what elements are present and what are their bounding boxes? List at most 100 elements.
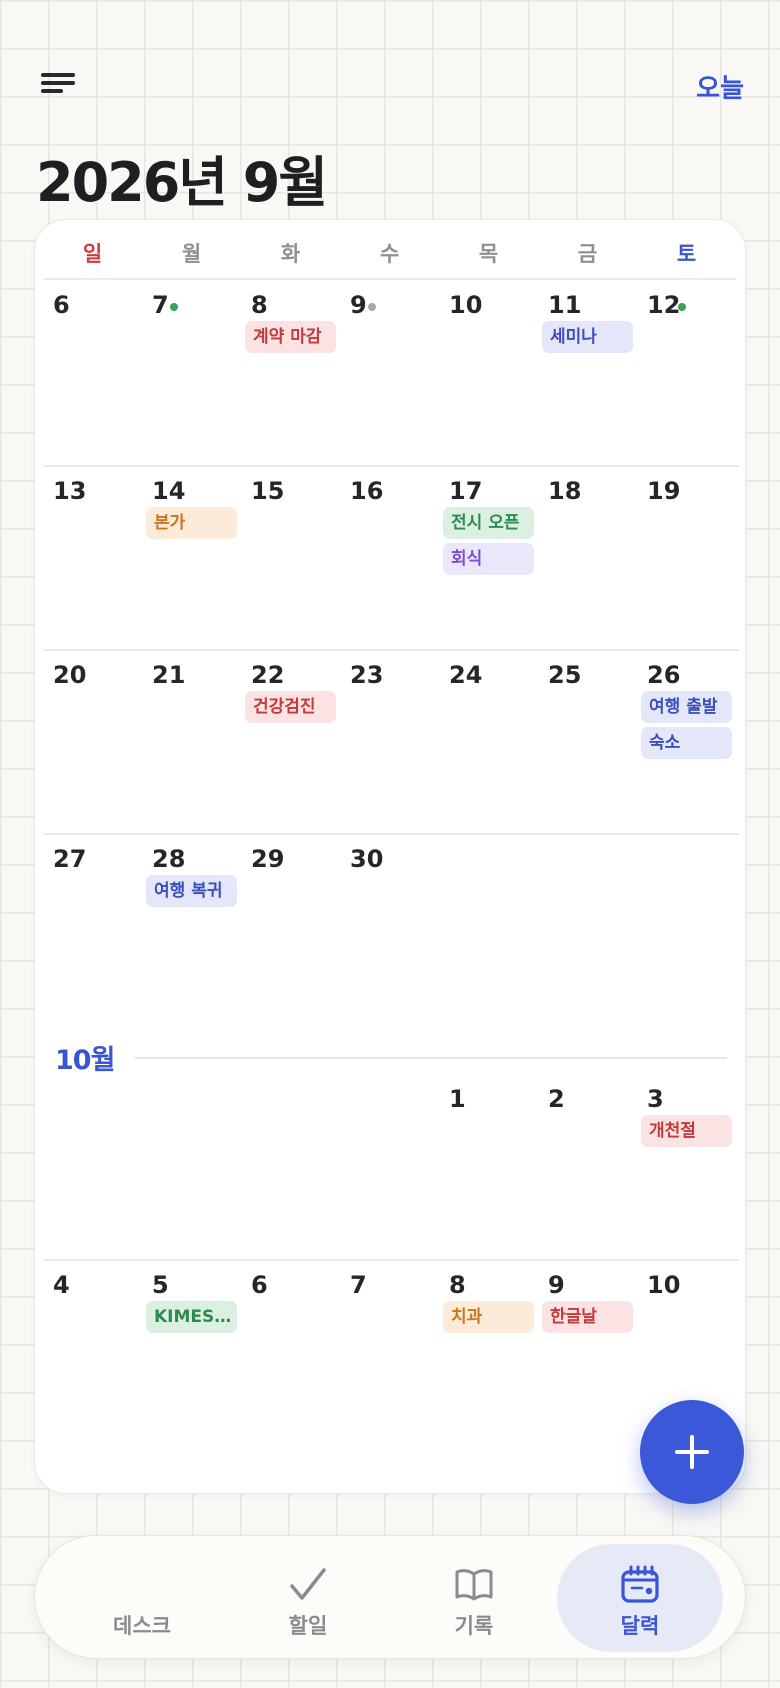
day-cell[interactable]: 7 (340, 1261, 439, 1481)
event-chip[interactable]: 건강검진 (245, 691, 336, 723)
day-cell[interactable]: 17 전시 오픈 회식 (439, 467, 538, 649)
day-cell[interactable]: 3 개천절 (637, 1075, 736, 1259)
day-cell[interactable]: 19 (637, 467, 736, 649)
empty-cell (142, 1075, 241, 1259)
calendar-card: 일 월 화 수 목 금 토 6 7 8 계약 마감 9 10 11 세미나 12 13 14 본가 15… (34, 219, 746, 1494)
week-row: 6 7 8 계약 마감 9 10 11 세미나 12 (43, 281, 739, 467)
empty-cell (241, 1075, 340, 1259)
weekday-label: 월 (181, 242, 202, 266)
day-cell[interactable]: 24 (439, 651, 538, 833)
day-cell[interactable]: 28 여행 복귀 (142, 835, 241, 1021)
day-number: 4 (53, 1271, 70, 1299)
day-number: 15 (251, 477, 285, 505)
day-number: 28 (152, 845, 186, 873)
day-number: 8 (251, 291, 268, 319)
day-cell[interactable]: 29 (241, 835, 340, 1021)
day-cell[interactable]: 12 (637, 281, 736, 465)
day-number: 30 (350, 845, 384, 873)
tab-calendar[interactable]: 달력 (557, 1544, 723, 1652)
empty-cell (439, 835, 538, 1021)
empty-cell (637, 835, 736, 1021)
day-number: 6 (251, 1271, 268, 1299)
event-dot-indicator (678, 303, 686, 311)
weekday-label: 금 (577, 242, 598, 266)
week-row: 4 5 KIMES… 6 7 8 치과 9 한글날 10 (43, 1261, 739, 1481)
empty-cell (340, 1075, 439, 1259)
day-cell[interactable]: 8 계약 마감 (241, 281, 340, 465)
day-cell[interactable]: 21 (142, 651, 241, 833)
tab-todo[interactable]: 할일 (225, 1544, 391, 1652)
event-chip[interactable]: 여행 출발 (641, 691, 732, 723)
event-chip[interactable]: 치과 (443, 1301, 534, 1333)
week-row: 1 2 3 개천절 (43, 1075, 739, 1261)
week-row: 13 14 본가 15 16 17 전시 오픈 회식 18 19 (43, 467, 739, 651)
event-chip[interactable]: 계약 마감 (245, 321, 336, 353)
week-row: 20 21 22 건강검진 23 24 25 26 여행 출발숙소 (43, 651, 739, 835)
weekday-label: 목 (478, 242, 499, 266)
day-number: 12 (647, 291, 681, 319)
day-number: 9 (548, 1271, 565, 1299)
day-cell[interactable]: 11 세미나 (538, 281, 637, 465)
event-chip[interactable]: 숙소 (641, 727, 732, 759)
day-number: 10 (647, 1271, 681, 1299)
tab-desk[interactable]: 데스크 (59, 1544, 225, 1652)
weekday-label: 토 (676, 242, 697, 266)
day-cell[interactable]: 25 (538, 651, 637, 833)
day-number: 19 (647, 477, 681, 505)
weekday-label: 일 (82, 242, 103, 266)
day-number: 27 (53, 845, 87, 873)
day-cell[interactable]: 14 본가 (142, 467, 241, 649)
event-chip[interactable]: 한글날 (542, 1301, 633, 1333)
today-button[interactable]: 오늘 (696, 68, 744, 105)
day-cell[interactable]: 2 (538, 1075, 637, 1259)
day-cell[interactable]: 6 (241, 1261, 340, 1481)
event-chip[interactable]: 회식 (443, 543, 534, 575)
event-dot-indicator (170, 303, 178, 311)
day-cell[interactable]: 10 (439, 281, 538, 465)
day-cell[interactable]: 30 (340, 835, 439, 1021)
event-chip[interactable]: 전시 오픈 (443, 507, 534, 539)
day-cell[interactable]: 1 (439, 1075, 538, 1259)
calendar-icon (621, 1565, 659, 1603)
menu-button[interactable] (36, 66, 76, 98)
day-cell[interactable]: 26 여행 출발숙소 (637, 651, 736, 833)
day-number: 20 (53, 661, 87, 689)
tab-label: 데스크 (113, 1614, 171, 1638)
day-cell[interactable]: 9 (340, 281, 439, 465)
day-cell[interactable]: 4 (43, 1261, 142, 1481)
event-chip[interactable]: 세미나 (542, 321, 633, 353)
day-cell[interactable]: 16 (340, 467, 439, 649)
day-cell[interactable]: 7 (142, 281, 241, 465)
day-number: 18 (548, 477, 582, 505)
day-cell[interactable]: 9 한글날 (538, 1261, 637, 1481)
day-cell[interactable]: 5 KIMES… (142, 1261, 241, 1481)
day-cell[interactable]: 22 건강검진 (241, 651, 340, 833)
day-cell[interactable]: 6 (43, 281, 142, 465)
day-cell[interactable]: 20 (43, 651, 142, 833)
event-chip[interactable]: 개천절 (641, 1115, 732, 1147)
day-number: 11 (548, 291, 582, 319)
add-event-button[interactable] (640, 1400, 744, 1504)
weekday-label: 화 (280, 242, 301, 266)
day-number: 21 (152, 661, 186, 689)
day-number: 2 (548, 1085, 565, 1113)
day-number: 25 (548, 661, 582, 689)
day-number: 26 (647, 661, 681, 689)
tab-journal[interactable]: 기록 (391, 1544, 557, 1652)
day-number: 1 (449, 1085, 466, 1113)
day-cell[interactable]: 18 (538, 467, 637, 649)
event-chip[interactable]: 본가 (146, 507, 237, 539)
day-number: 16 (350, 477, 384, 505)
day-cell[interactable]: 8 치과 (439, 1261, 538, 1481)
tab-label: 할일 (288, 1614, 328, 1638)
day-cell[interactable]: 27 (43, 835, 142, 1021)
day-cell[interactable]: 15 (241, 467, 340, 649)
page-title: 2026년 9월 (36, 151, 328, 214)
day-cell[interactable]: 13 (43, 467, 142, 649)
event-chip[interactable]: KIMES… (146, 1301, 237, 1333)
empty-cell (43, 1075, 142, 1259)
event-chip[interactable]: 여행 복귀 (146, 875, 237, 907)
day-number: 10 (449, 291, 483, 319)
day-cell[interactable]: 23 (340, 651, 439, 833)
day-number: 7 (152, 291, 169, 319)
